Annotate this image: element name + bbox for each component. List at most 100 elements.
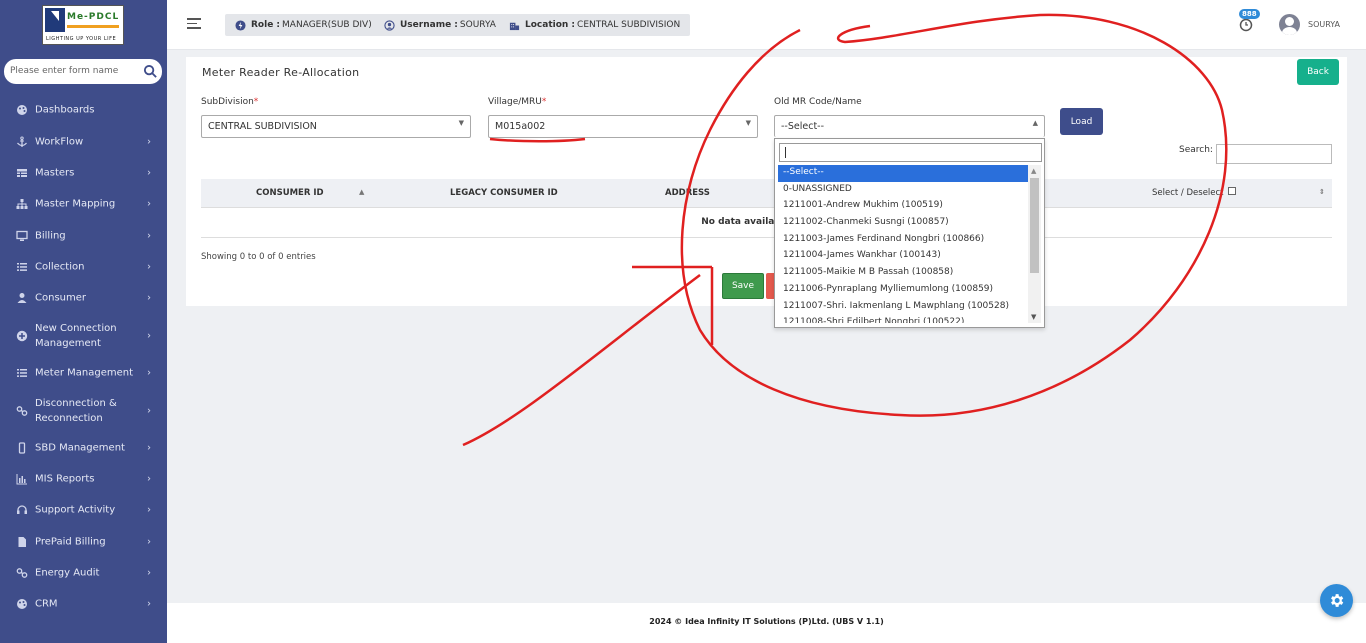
link-icon xyxy=(16,405,28,417)
sidebar-item-label: Energy Audit xyxy=(35,567,100,579)
dropdown-option[interactable]: 1211001-Andrew Mukhim (100519) xyxy=(778,198,1028,215)
dropdown-option[interactable]: --Select-- xyxy=(778,165,1028,182)
brand-tagline: LIGHTING UP YOUR LIFE xyxy=(46,36,117,42)
user-circle-icon xyxy=(384,19,395,31)
sidebar-item-sbd-management[interactable]: SBD Management › xyxy=(0,436,167,460)
chevron-right-icon: › xyxy=(147,504,151,516)
role-label: Role : xyxy=(251,20,281,30)
dropdown-option[interactable]: 1211007-Shri. Iakmenlang L Mawphlang (10… xyxy=(778,299,1028,316)
sidebar-item-label: WorkFlow xyxy=(35,136,84,148)
chevron-right-icon: › xyxy=(147,261,151,273)
brand-logo[interactable]: Me-PDCL LIGHTING UP YOUR LIFE xyxy=(42,5,124,45)
sidebar: Me-PDCL LIGHTING UP YOUR LIFE Dashboards… xyxy=(0,0,167,643)
form-search xyxy=(4,59,162,84)
subdivision-label: SubDivision* xyxy=(201,97,259,107)
menu-toggle-icon[interactable] xyxy=(187,18,201,30)
chevron-right-icon: › xyxy=(147,567,151,579)
scroll-down-icon[interactable]: ▼ xyxy=(1031,313,1036,321)
back-button[interactable]: Back xyxy=(1297,59,1339,85)
dropdown-option[interactable]: 1211004-James Wankhar (100143) xyxy=(778,248,1028,265)
sidebar-item-support-activity[interactable]: Support Activity › xyxy=(0,498,167,522)
sort-icon[interactable]: ⇕ xyxy=(1319,188,1325,196)
sidebar-item-label: Meter Management xyxy=(35,367,134,379)
link-icon xyxy=(16,567,28,579)
form-search-input[interactable] xyxy=(10,63,140,79)
main-card: Meter Reader Re-Allocation Back SubDivis… xyxy=(186,57,1347,306)
load-button[interactable]: Load xyxy=(1060,108,1103,135)
brand-name: Me-PDCL xyxy=(67,12,120,22)
sidebar-item-energy-audit[interactable]: Energy Audit › xyxy=(0,561,167,585)
table-info: Showing 0 to 0 of 0 entries xyxy=(201,252,316,262)
anchor-icon xyxy=(16,136,28,148)
sidebar-item-masters[interactable]: Masters › xyxy=(0,161,167,185)
sidebar-item-meter-management[interactable]: Meter Management › xyxy=(0,361,167,385)
sidebar-item-disconnection-reconnection[interactable]: Disconnection & Reconnection › xyxy=(0,394,167,428)
sidebar-item-label: New Connection Management xyxy=(35,323,117,349)
text-caret xyxy=(785,147,786,158)
sidebar-item-billing[interactable]: Billing › xyxy=(0,224,167,248)
search-icon[interactable] xyxy=(143,64,158,79)
dropdown-scrollbar[interactable]: ▲ ▼ xyxy=(1028,165,1041,323)
desktop-icon xyxy=(16,230,28,242)
dropdown-option[interactable]: 1211005-Maikie M B Passah (100858) xyxy=(778,265,1028,282)
sidebar-item-new-connection-management[interactable]: New Connection Management › xyxy=(0,319,167,353)
col-consumer-id[interactable]: CONSUMER ID xyxy=(256,188,324,198)
dropdown-option[interactable]: 0-UNASSIGNED xyxy=(778,182,1028,199)
sidebar-item-label: Billing xyxy=(35,230,66,242)
sidebar-item-workflow[interactable]: WorkFlow › xyxy=(0,130,167,154)
select-all-checkbox[interactable] xyxy=(1228,187,1236,195)
subdivision-select[interactable]: CENTRAL SUBDIVISION ▼ xyxy=(201,115,471,138)
old-mr-dropdown: --Select-- 0-UNASSIGNED 1211001-Andrew Muk… xyxy=(774,138,1045,328)
village-label: Village/MRU* xyxy=(488,97,547,107)
headset-icon xyxy=(16,504,28,516)
role-chip: Role : MANAGER(SUB DIV) xyxy=(225,14,382,36)
dropdown-option[interactable]: 1211006-Pynraplang Mylliemumlong (100859… xyxy=(778,282,1028,299)
dropdown-search-input[interactable] xyxy=(779,143,1042,162)
save-button[interactable]: Save xyxy=(722,273,764,299)
col-legacy-consumer-id[interactable]: LEGACY CONSUMER ID xyxy=(450,188,558,198)
table-search-label: Search: xyxy=(1179,145,1213,155)
palette-icon xyxy=(16,598,28,610)
gear-icon xyxy=(1331,594,1344,607)
chevron-right-icon: › xyxy=(147,442,151,454)
username-value: SOURYA xyxy=(459,20,496,30)
dropdown-options: --Select-- 0-UNASSIGNED 1211001-Andrew Muk… xyxy=(778,165,1028,323)
scroll-thumb[interactable] xyxy=(1030,178,1039,273)
chevron-right-icon: › xyxy=(147,473,151,485)
sidebar-item-dashboards[interactable]: Dashboards xyxy=(0,98,167,122)
bolt-icon xyxy=(235,19,246,31)
dropdown-option[interactable]: 1211003-James Ferdinand Nongbri (100866) xyxy=(778,232,1028,249)
chevron-right-icon: › xyxy=(147,536,151,548)
dropdown-option[interactable]: 1211002-Chanmeki Susngi (100857) xyxy=(778,215,1028,232)
sidebar-item-label: MIS Reports xyxy=(35,473,95,485)
table-search-input[interactable] xyxy=(1216,144,1332,164)
sidebar-item-prepaid-billing[interactable]: PrePaid Billing › xyxy=(0,530,167,554)
username-label: Username : xyxy=(400,20,458,30)
sidebar-item-label: CRM xyxy=(35,598,58,610)
scroll-up-icon[interactable]: ▲ xyxy=(1031,167,1036,175)
settings-button[interactable] xyxy=(1320,584,1353,617)
sidebar-item-mis-reports[interactable]: MIS Reports › xyxy=(0,467,167,491)
location-label: Location : xyxy=(525,20,576,30)
file-icon xyxy=(16,536,28,548)
chevron-up-icon: ▲ xyxy=(1032,119,1038,127)
sidebar-item-label: Collection xyxy=(35,261,85,273)
old-mr-select[interactable]: --Select-- ▲ xyxy=(774,115,1045,137)
notification-button[interactable]: 888 xyxy=(1238,9,1260,32)
dropdown-option[interactable]: 1211008-Shri Edilbert Nongbri (100522) xyxy=(778,315,1028,323)
sidebar-item-consumer[interactable]: Consumer › xyxy=(0,286,167,310)
table-empty-row: No data available in table xyxy=(201,208,1332,238)
village-select[interactable]: M015a002 ▼ xyxy=(488,115,758,138)
sidebar-item-crm[interactable]: CRM › xyxy=(0,592,167,616)
col-address[interactable]: ADDRESS xyxy=(665,188,710,198)
page-title: Meter Reader Re-Allocation xyxy=(202,66,360,79)
sidebar-item-master-mapping[interactable]: Master Mapping › xyxy=(0,192,167,216)
avatar[interactable] xyxy=(1279,14,1300,35)
sidebar-item-label: Masters xyxy=(35,167,75,179)
list-icon xyxy=(16,261,28,273)
chevron-right-icon: › xyxy=(147,198,151,210)
sidebar-item-label: SBD Management xyxy=(35,442,125,454)
user-name[interactable]: SOURYA xyxy=(1308,20,1340,29)
sidebar-item-collection[interactable]: Collection › xyxy=(0,255,167,279)
sort-icon[interactable]: ▲ xyxy=(359,188,364,196)
